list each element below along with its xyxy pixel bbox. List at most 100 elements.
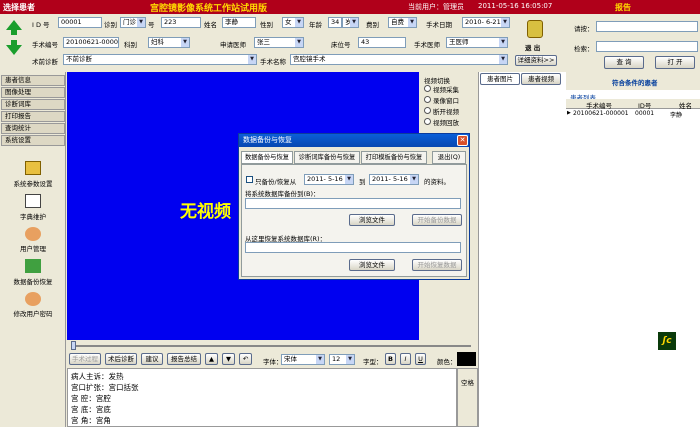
- date-to-select[interactable]: 2011- 5-16: [369, 174, 419, 185]
- nav-item-user-management[interactable]: 用户管理: [0, 243, 66, 253]
- backup-to-label: 将系统数据库备份到(B)：: [245, 190, 320, 198]
- select-patient-button[interactable]: 选择患者: [3, 2, 35, 13]
- dialog-tab-template-backup[interactable]: 打印模板备份与恢复: [361, 151, 427, 164]
- font-select[interactable]: 宋体: [281, 354, 325, 365]
- report-button[interactable]: 报告: [615, 2, 631, 13]
- video-slider[interactable]: [67, 340, 478, 351]
- bold-icon[interactable]: B: [385, 353, 396, 365]
- tab-patient-videos[interactable]: 患者视频: [521, 73, 561, 85]
- color-swatch[interactable]: [457, 352, 476, 366]
- id-field[interactable]: 00001: [58, 17, 102, 28]
- slider-thumb[interactable]: [71, 341, 76, 350]
- surgery-course-button[interactable]: 手术过程: [69, 353, 101, 365]
- font-size-select[interactable]: 12: [329, 354, 355, 365]
- undo-icon[interactable]: ↶: [239, 353, 252, 365]
- advice-button[interactable]: 建议: [141, 353, 163, 365]
- backup-icon[interactable]: [25, 259, 41, 273]
- nav-item-system-params[interactable]: 系统参数设置: [0, 178, 66, 188]
- dept-select[interactable]: 妇科: [148, 37, 190, 48]
- dialog-exit-button[interactable]: 退出(Q): [432, 151, 466, 164]
- age-field[interactable]: 34: [328, 17, 342, 28]
- nav-item-data-backup[interactable]: 数据备份恢复: [0, 276, 66, 286]
- space-button[interactable]: 空格: [461, 377, 474, 387]
- radio-disconnect-label[interactable]: 断开视频: [433, 106, 459, 116]
- dialog-tab-data-backup[interactable]: 数据备份与恢复: [241, 151, 293, 164]
- nav-tab-patient-info[interactable]: 患者信息: [1, 75, 65, 86]
- cell-id: 00001: [635, 110, 655, 117]
- radio-playback[interactable]: [424, 118, 431, 125]
- password-icon[interactable]: [25, 292, 41, 306]
- table-row[interactable]: ▶ 20100621-000001 00001 李静: [566, 109, 700, 119]
- post-diagnosis-button[interactable]: 术后诊断: [105, 353, 137, 365]
- surgeon-select[interactable]: 王医师: [446, 37, 508, 48]
- no-video-label: 无视频: [180, 202, 231, 222]
- arrow-up-stem[interactable]: [11, 29, 17, 35]
- dictionary-icon[interactable]: [25, 194, 41, 208]
- italic-icon[interactable]: I: [400, 353, 411, 365]
- restore-path-field[interactable]: [245, 242, 461, 253]
- surgno-field[interactable]: 20100621-000001: [63, 37, 119, 48]
- age-unit-select[interactable]: 岁: [342, 17, 359, 28]
- report-text-area[interactable]: 病人主诉：发热 宫口扩张：宫口括张 宫 腔：宫腔 宫 底：宫底 宫 角：宫角: [67, 368, 457, 427]
- current-user: 当前用户：管理员: [408, 3, 464, 11]
- detail-button[interactable]: 详细资料>>: [515, 55, 557, 66]
- tab-patient-images[interactable]: 患者图片: [480, 73, 520, 85]
- folder-icon[interactable]: [25, 161, 41, 175]
- radio-record[interactable]: [424, 96, 431, 103]
- doctor-select[interactable]: 张三: [254, 37, 304, 48]
- id-label: I D 号: [32, 21, 50, 29]
- move-down-icon[interactable]: ▼: [222, 353, 235, 365]
- nav-tab-query-stats[interactable]: 查询统计: [1, 123, 65, 134]
- title-bar: 选择患者 宫腔镜影像系统工作站试用版 当前用户：管理员 2011-05-16 1…: [0, 0, 700, 14]
- radio-capture-label[interactable]: 视频采集: [433, 84, 459, 94]
- query-field[interactable]: [596, 21, 698, 32]
- exit-label[interactable]: 退 出: [525, 42, 540, 52]
- arrow-down-icon[interactable]: [6, 45, 22, 55]
- surgname-select[interactable]: 宫腔镜手术: [290, 54, 508, 65]
- surgeon-label: 手术医师: [414, 41, 440, 49]
- text-line: 宫 角：宫角: [71, 416, 111, 425]
- start-restore-button[interactable]: 开始恢复数据: [412, 259, 462, 271]
- num-field[interactable]: 223: [161, 17, 201, 28]
- exit-icon[interactable]: [527, 20, 543, 38]
- nav-tab-system-settings[interactable]: 系统设置: [1, 135, 65, 146]
- nav-item-dictionary[interactable]: 字典维护: [0, 211, 66, 221]
- close-icon[interactable]: ✕: [457, 135, 468, 146]
- move-up-icon[interactable]: ▲: [205, 353, 218, 365]
- underline-icon[interactable]: U: [415, 353, 426, 365]
- start-backup-button[interactable]: 开始备份数据: [412, 214, 462, 226]
- date-from-select[interactable]: 2011- 5-16: [304, 174, 354, 185]
- bed-field[interactable]: 43: [358, 37, 406, 48]
- query-button[interactable]: 查 询: [604, 56, 644, 69]
- font-label: 字体：: [263, 358, 283, 366]
- radio-record-label[interactable]: 录像窗口: [433, 95, 459, 105]
- open-button[interactable]: 打 开: [655, 56, 695, 69]
- surgdate-select[interactable]: 2010- 6-21: [462, 17, 510, 28]
- text-line: 宫口扩张：宫口括张: [71, 383, 139, 392]
- nav-tab-print-report[interactable]: 打印报告: [1, 111, 65, 122]
- fee-select[interactable]: 自费: [388, 17, 417, 28]
- sex-select[interactable]: 女: [282, 17, 304, 28]
- text-line: 宫 底：宫底: [71, 405, 111, 414]
- users-icon[interactable]: [25, 227, 41, 241]
- nav-tab-diag-dictionary[interactable]: 诊断词库: [1, 99, 65, 110]
- radio-capture[interactable]: [424, 85, 431, 92]
- surgname-label: 手术名称: [260, 58, 286, 66]
- only-backup-checkbox[interactable]: [246, 176, 253, 183]
- search-field[interactable]: [596, 41, 698, 52]
- name-field[interactable]: 李静: [222, 17, 256, 28]
- backup-restore-dialog: 数据备份与恢复 ✕ 数据备份与恢复 诊断词库备份与恢复 打印模板备份与恢复 退出…: [238, 133, 470, 280]
- dialog-tab-dictionary-backup[interactable]: 诊断词库备份与恢复: [294, 151, 360, 164]
- backup-path-field[interactable]: [245, 198, 461, 209]
- nav-item-change-password[interactable]: 修改用户密码: [0, 308, 66, 318]
- text-scroll-panel: 空格: [457, 368, 478, 427]
- prediag-select[interactable]: 不前诊断: [63, 54, 257, 65]
- radio-playback-label[interactable]: 视频回放: [433, 117, 459, 127]
- ward-select[interactable]: 门诊: [120, 17, 146, 28]
- report-summary-button[interactable]: 报告总结: [167, 353, 201, 365]
- color-label: 颜色：: [437, 358, 457, 366]
- browse-restore-button[interactable]: 浏览文件: [349, 259, 395, 271]
- radio-disconnect[interactable]: [424, 107, 431, 114]
- browse-backup-button[interactable]: 浏览文件: [349, 214, 395, 226]
- nav-tab-image-processing[interactable]: 图像处理: [1, 87, 65, 98]
